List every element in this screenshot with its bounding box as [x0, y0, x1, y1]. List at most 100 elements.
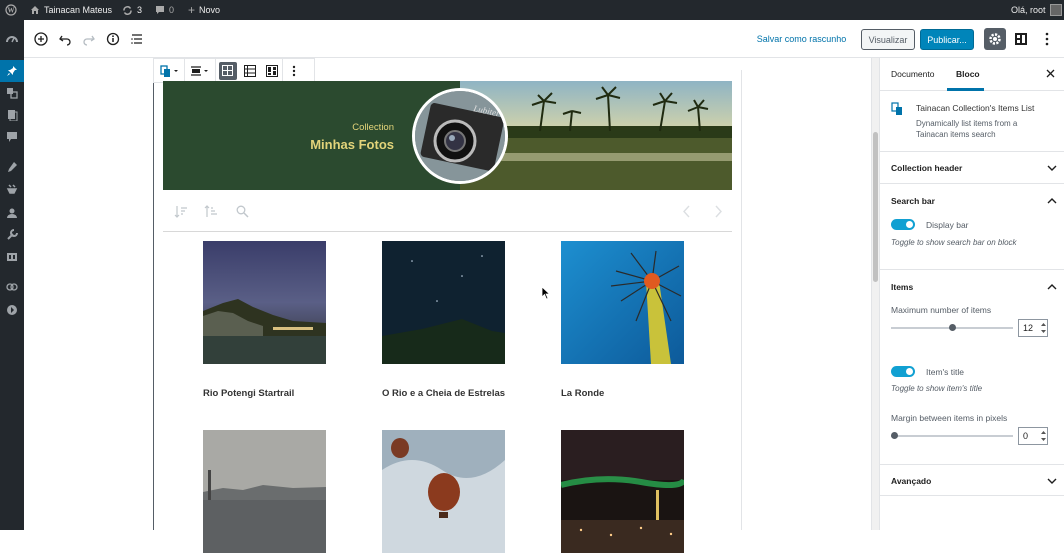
plus-icon: +	[188, 3, 196, 17]
media-icon[interactable]	[0, 82, 24, 104]
collection-thumbnail: Lubitel	[412, 88, 508, 184]
block-card: Tainacan Collection's Items List Dynamic…	[880, 91, 1064, 150]
sort-descending-icon[interactable]	[204, 205, 218, 218]
updates-count: 3	[137, 5, 143, 15]
undo-icon[interactable]	[55, 29, 75, 49]
dashboard-icon[interactable]	[0, 28, 24, 50]
tainacan-panel-icon[interactable]	[1011, 29, 1031, 49]
tab-document[interactable]: Documento	[891, 69, 934, 79]
number-stepper-icon[interactable]	[1040, 429, 1047, 443]
appearance-icon[interactable]	[0, 156, 24, 178]
number-stepper-icon[interactable]	[1040, 321, 1047, 335]
collapse-menu-icon[interactable]	[0, 299, 24, 321]
collection-name: Minhas Fotos	[310, 137, 394, 152]
account-link[interactable]: Olá, root	[1011, 0, 1062, 20]
chevron-up-icon[interactable]	[1047, 197, 1057, 205]
avatar	[1049, 4, 1062, 16]
next-page-icon[interactable]	[713, 205, 723, 218]
redo-icon[interactable]	[79, 29, 99, 49]
tab-block[interactable]: Bloco	[956, 69, 980, 79]
collection-header: Collection Minhas Fotos Lubitel	[163, 81, 732, 190]
margin-slider[interactable]	[891, 432, 1013, 439]
tainacan-icon[interactable]	[0, 276, 24, 298]
alignment-icon[interactable]	[185, 59, 216, 82]
camera-image: Lubitel	[415, 91, 505, 181]
mouse-cursor-icon	[541, 286, 551, 300]
save-draft-button[interactable]: Salvar como rascunho	[754, 30, 849, 48]
list-view-icon[interactable]	[239, 59, 261, 82]
posts-pin-icon[interactable]	[0, 60, 24, 82]
display-bar-toggle[interactable]	[891, 219, 915, 230]
panel-title: Collection header	[891, 163, 963, 173]
item-title[interactable]: La Ronde	[561, 384, 691, 404]
item-thumbnail[interactable]	[203, 241, 326, 364]
comments-link[interactable]: 0	[155, 0, 174, 20]
collection-label: Collection	[352, 122, 394, 133]
settings-gear-icon[interactable]	[984, 28, 1006, 50]
margin-label: Margin between items in pixels	[891, 413, 1008, 423]
canvas-scrollbar[interactable]	[871, 58, 879, 530]
site-name-link[interactable]: Tainacan Mateus	[30, 0, 112, 20]
panel-advanced[interactable]: Avançado	[880, 464, 1064, 496]
slider-handle[interactable]	[948, 324, 956, 331]
add-block-icon[interactable]	[31, 29, 51, 49]
chevron-down-icon	[1047, 165, 1057, 171]
panel-search-bar: Search bar Display bar Toggle to show se…	[880, 183, 1064, 269]
site-name: Tainacan Mateus	[44, 5, 113, 15]
publish-button[interactable]: Publicar...	[920, 29, 974, 50]
settings-sidebar: Documento Bloco Tainacan Collection's It…	[879, 58, 1064, 530]
editor-canvas: Collection Minhas Fotos Lubitel Rio Pote…	[24, 58, 871, 553]
users-icon[interactable]	[0, 202, 24, 224]
block-type-icon[interactable]	[154, 59, 185, 82]
close-icon[interactable]	[1046, 69, 1055, 78]
panel-title[interactable]: Search bar	[891, 196, 935, 206]
item-thumbnail[interactable]	[561, 430, 684, 553]
panel-title: Avançado	[891, 476, 932, 486]
more-menu-icon[interactable]	[1037, 29, 1057, 49]
max-items-slider[interactable]	[891, 324, 1013, 331]
tools-icon[interactable]	[0, 224, 24, 246]
preview-button[interactable]: Visualizar	[861, 29, 915, 50]
panel-collection-header[interactable]: Collection header	[880, 151, 1064, 183]
home-icon	[31, 6, 39, 14]
item-thumbnail[interactable]	[203, 430, 326, 553]
chevron-up-icon[interactable]	[1047, 283, 1057, 291]
block-type-icon	[891, 102, 905, 116]
updates-link[interactable]: 3	[122, 0, 142, 20]
item-title-toggle[interactable]	[891, 366, 915, 377]
plugins-icon[interactable]	[0, 178, 24, 200]
search-icon[interactable]	[236, 205, 249, 218]
panel-items: Items Maximum number of items 12 Item's …	[880, 269, 1064, 464]
block-more-icon[interactable]	[283, 59, 305, 82]
block-toolbar	[153, 58, 315, 83]
item-title-hint: Toggle to show item's title	[891, 384, 983, 393]
grid-view-icon[interactable]	[216, 59, 239, 82]
item-thumbnail[interactable]	[382, 430, 505, 553]
item-title[interactable]: O Rio e a Cheia de Estrelas	[382, 384, 512, 404]
info-icon[interactable]	[103, 29, 123, 49]
masonry-view-icon[interactable]	[261, 59, 283, 82]
outline-icon[interactable]	[127, 29, 147, 49]
new-label: Novo	[199, 5, 221, 15]
item-thumbnail[interactable]	[382, 241, 505, 364]
svg-text:W: W	[8, 7, 15, 15]
chevron-down-icon	[1047, 478, 1057, 484]
wordpress-logo-icon[interactable]: W	[5, 0, 17, 20]
item-title[interactable]: Rio Potengi Startrail	[203, 384, 333, 404]
sidebar-tabs: Documento Bloco	[880, 58, 1064, 91]
slider-handle[interactable]	[891, 432, 898, 439]
new-link[interactable]: + Novo	[188, 0, 220, 20]
comments-icon[interactable]	[0, 126, 24, 148]
item-title-label: Item's title	[926, 367, 964, 377]
block-description-line1: Dynamically list items from a	[916, 119, 1018, 128]
settings-icon[interactable]	[0, 246, 24, 268]
scrollbar-thumb[interactable]	[873, 132, 878, 282]
panel-title[interactable]: Items	[891, 282, 913, 292]
display-bar-label: Display bar	[926, 220, 969, 230]
previous-page-icon[interactable]	[682, 205, 692, 218]
sort-ascending-icon[interactable]	[174, 205, 188, 218]
comments-count: 0	[169, 5, 175, 15]
item-thumbnail[interactable]	[561, 241, 684, 364]
max-items-label: Maximum number of items	[891, 305, 992, 315]
pages-icon[interactable]	[0, 104, 24, 126]
